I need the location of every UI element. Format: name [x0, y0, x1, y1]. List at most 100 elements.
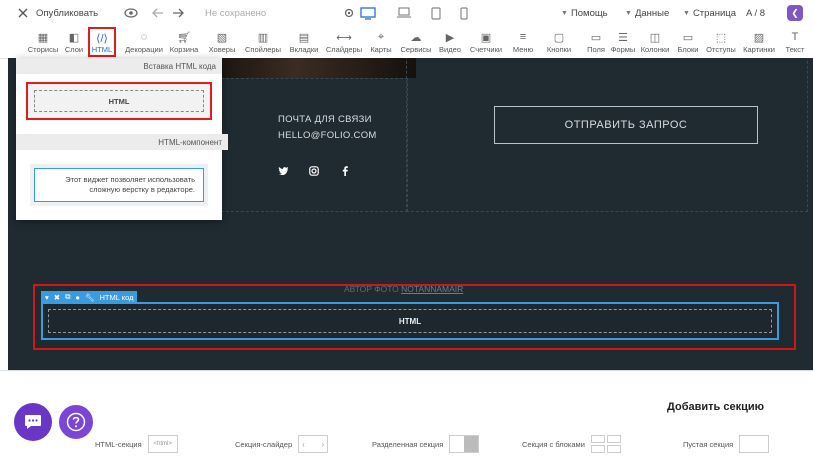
panel-section-header: HTML-компонент — [16, 134, 228, 150]
cart-icon: 🛒︎ — [177, 31, 191, 44]
tool-spacing[interactable]: ⬚ Отступы — [706, 26, 736, 58]
twitter-icon[interactable] — [278, 166, 289, 178]
desktop-device-icon[interactable] — [360, 0, 376, 26]
html-element[interactable]: HTML — [41, 302, 779, 340]
tool-maps[interactable]: ⌖ Карты — [366, 26, 396, 58]
contact-email[interactable]: HELLO@FOLIO.COM — [278, 130, 377, 141]
tool-cart[interactable]: 🛒︎ Корзина — [166, 26, 202, 58]
counter-icon: ▣ — [480, 31, 492, 44]
slider-section-thumb: ‹ › — [298, 435, 329, 453]
tool-sliders[interactable]: ⟷ Слайдеры — [324, 26, 364, 58]
tool-text[interactable]: T Текст — [781, 26, 809, 58]
tool-columns[interactable]: ◫ Колонки — [638, 26, 672, 58]
tool-html[interactable]: ⟨/⟩ HTML — [88, 27, 116, 57]
widget-toolbar: T Текст ▨ Картинки ⬚ Отступы ▭ Блоки ◫ Колонк… — [0, 26, 813, 59]
tool-services[interactable]: ☁ Сервисы — [398, 26, 434, 58]
instagram-icon[interactable] — [309, 166, 319, 179]
chevron-down-icon: ▼ — [561, 9, 568, 17]
settings-wrench-icon[interactable]: 🔧︎ — [85, 293, 95, 302]
help-menu[interactable]: ▼ Помощь — [561, 0, 608, 26]
send-request-button[interactable]: ОТПРАВИТЬ ЗАПРОС — [494, 106, 758, 144]
tablet-device-icon[interactable] — [431, 0, 441, 26]
map-icon: ⌖ — [377, 30, 385, 43]
empty-section-option[interactable]: Пустая секция — [683, 433, 770, 455]
html-component-widget[interactable]: Этот виджет позволяет использовать сложн… — [30, 164, 208, 206]
blocks-section-option[interactable]: Секция с блоками — [522, 433, 621, 455]
question-icon — [66, 412, 86, 432]
chevron-down-icon: ▼ — [625, 9, 632, 17]
data-menu[interactable]: ▼ Данные — [625, 0, 669, 26]
text-icon: T — [791, 31, 799, 43]
page-index: A / 8 — [746, 7, 766, 19]
tool-menu[interactable]: ≡ Меню — [508, 26, 538, 58]
element-type-label: HTML код — [99, 292, 134, 302]
contact-title: ПОЧТА ДЛЯ СВЯЗИ — [278, 114, 372, 125]
option-label: Разделенная секция — [372, 439, 444, 449]
tool-layers[interactable]: ◧ Слои — [62, 26, 86, 58]
photo-strip — [216, 58, 416, 78]
tool-video[interactable]: ▶ Видео — [436, 26, 464, 58]
layers-icon: ◧ — [68, 31, 80, 44]
settings-gear-icon[interactable] — [343, 0, 355, 26]
duplicate-icon[interactable]: ⧉ — [65, 292, 70, 302]
dropdown-caret-icon[interactable]: ▾ — [45, 293, 49, 302]
facebook-icon[interactable] — [342, 166, 348, 179]
html-section-option[interactable]: HTML-секция <html> — [95, 433, 178, 455]
contact-column[interactable] — [216, 78, 408, 212]
menu-icon: ≡ — [519, 31, 527, 43]
decor-icon: ◌ — [140, 31, 148, 43]
chevron-right-icon: › — [321, 439, 325, 449]
tool-spoilers[interactable]: ▥ Спойлеры — [242, 26, 284, 58]
stories-icon: ▦ — [37, 31, 49, 44]
logo-icon[interactable]: ❮ — [787, 0, 803, 26]
tool-buttons[interactable]: ▢ Кнопки — [540, 26, 578, 58]
chat-support-button[interactable] — [14, 403, 52, 441]
hover-icon: ▧ — [216, 31, 228, 44]
video-icon: ▶ — [445, 31, 455, 44]
image-icon: ▨ — [753, 31, 765, 44]
slider-section-option[interactable]: Секция-слайдер ‹ › — [235, 433, 329, 455]
top-bar: Опубликовать Не сохранено ▼ Помощь ▼ Дан… — [0, 0, 813, 27]
redo-arrow-icon[interactable] — [172, 0, 184, 26]
empty-section-thumb — [739, 435, 770, 453]
help-button[interactable] — [57, 403, 95, 441]
mobile-device-icon[interactable] — [460, 0, 468, 26]
html-section-thumb: <html> — [147, 435, 178, 453]
help-label: Помощь — [570, 7, 608, 19]
chat-icon — [25, 415, 41, 429]
tool-tabs[interactable]: ▤ Вкладки — [286, 26, 322, 58]
spoiler-icon: ▥ — [257, 31, 269, 44]
tool-forms[interactable]: ☰ Формы — [608, 26, 638, 58]
tool-fields[interactable]: ▭ Поля — [584, 26, 608, 58]
page-menu[interactable]: ▼ Страница — [683, 0, 736, 26]
add-section-panel: Добавить секцию Пустая секция Секция с б… — [0, 370, 813, 458]
tool-stories[interactable]: ▦ Сторисы — [24, 26, 62, 58]
panel-section-header: Вставка HTML кода — [16, 58, 222, 74]
close-icon[interactable] — [18, 0, 28, 26]
style-drop-icon[interactable]: ● — [75, 293, 80, 302]
slider-icon: ⟷ — [336, 31, 352, 44]
preview-eye-icon[interactable] — [124, 0, 138, 26]
split-section-option[interactable]: Разделенная секция — [372, 433, 480, 455]
add-section-title: Добавить секцию — [667, 401, 764, 413]
component-description-line: Этот виджет позволяет использовать — [65, 175, 195, 184]
tool-images[interactable]: ▨ Картинки — [740, 26, 778, 58]
laptop-device-icon[interactable] — [396, 0, 412, 26]
tool-decorations[interactable]: ◌ Декорации — [124, 26, 164, 58]
html-element-content: HTML — [48, 309, 772, 333]
undo-arrow-icon[interactable] — [152, 0, 164, 26]
publish-button[interactable]: Опубликовать — [36, 0, 98, 26]
component-description-line: сложную верстку в редакторе. — [89, 185, 195, 194]
option-label: Пустая секция — [683, 439, 734, 449]
tool-counters[interactable]: ▣ Счетчики — [467, 26, 505, 58]
chevron-left-icon: ‹ — [302, 439, 305, 449]
split-section-thumb — [449, 435, 480, 453]
spacing-icon: ⬚ — [715, 31, 727, 44]
blocks-section-thumb — [590, 435, 621, 453]
tool-blocks[interactable]: ▭ Блоки — [673, 26, 703, 58]
save-status: Не сохранено — [205, 7, 267, 19]
html-code-widget[interactable]: HTML — [26, 82, 212, 120]
services-icon: ☁ — [410, 31, 422, 44]
delete-icon[interactable]: ✖ — [54, 293, 60, 302]
tool-hovers[interactable]: ▧ Ховеры — [204, 26, 240, 58]
